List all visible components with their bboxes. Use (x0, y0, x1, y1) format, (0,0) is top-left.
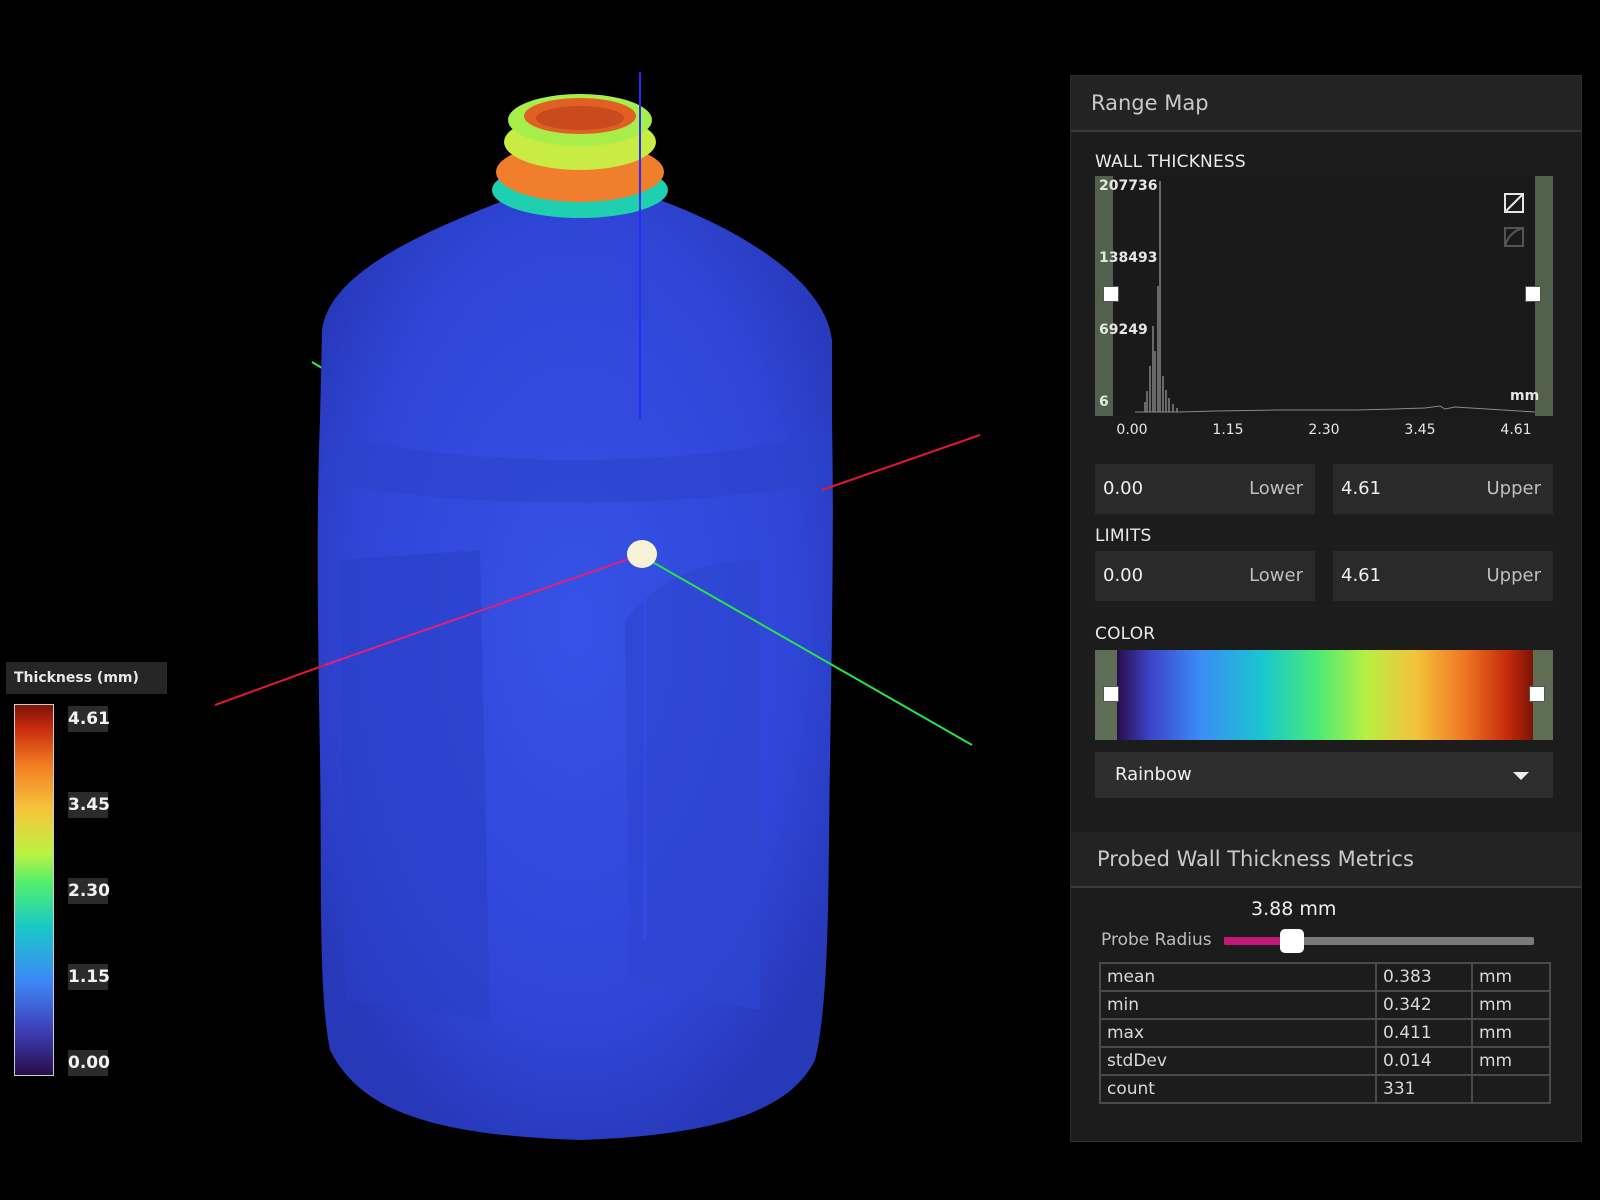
probe-header[interactable]: Probed Wall Thickness Metrics (1071, 832, 1581, 888)
metrics-unit-cell: mm (1471, 990, 1551, 1020)
legend-tick: 1.15 (68, 964, 110, 990)
bottle-panel-shade (340, 550, 490, 1020)
metrics-value-cell: 0.014 (1375, 1046, 1473, 1076)
legend-tick: 2.30 (68, 878, 110, 904)
metrics-value-cell: 0.411 (1375, 1018, 1473, 1048)
range-upper-value: 4.61 (1341, 478, 1382, 499)
wall-thickness-histogram[interactable]: 207736 138493 69249 6 mm (1095, 176, 1553, 416)
metrics-name-cell: max (1099, 1018, 1377, 1048)
color-label: COLOR (1095, 624, 1156, 644)
axis-red-line-right (821, 434, 981, 491)
histogram-x-tick: 0.00 (1116, 422, 1148, 438)
colormap-upper-handle[interactable] (1529, 686, 1545, 702)
limits-upper-field[interactable]: 4.61 Upper (1333, 551, 1553, 601)
metrics-unit-cell: mm (1471, 962, 1551, 992)
probe-metrics-table: mean 0.383 mm min 0.342 mm max 0.411 mm stdDev 0.0… (1099, 962, 1551, 1104)
limits-upper-value: 4.61 (1341, 565, 1382, 586)
histogram-x-tick: 4.61 (1500, 422, 1532, 438)
metrics-value-cell: 0.342 (1375, 990, 1473, 1020)
metrics-unit-cell: mm (1471, 1018, 1551, 1048)
colormap-dropdown[interactable]: Rainbow (1095, 752, 1553, 798)
wall-thickness-label: WALL THICKNESS (1095, 152, 1246, 172)
probe-radius-value: 3.88 mm (1251, 898, 1337, 920)
histogram-unit: mm (1510, 388, 1540, 404)
probe-radius-slider-thumb[interactable] (1280, 929, 1305, 953)
histogram-y-tick: 207736 (1099, 178, 1158, 194)
probe-radius-label: Probe Radius (1101, 930, 1212, 950)
legend-tick: 3.45 (68, 792, 110, 818)
range-upper-field[interactable]: 4.61 Upper (1333, 464, 1553, 514)
limits-label: LIMITS (1095, 526, 1152, 546)
range-lower-label: Lower (1249, 478, 1303, 499)
legend-color-bar (14, 704, 54, 1076)
neck-opening-inner (536, 106, 624, 130)
metrics-name-cell: min (1099, 990, 1377, 1020)
limits-upper-label: Upper (1486, 565, 1541, 586)
metrics-row: min 0.342 mm (1099, 990, 1551, 1020)
colormap-selected: Rainbow (1115, 764, 1192, 785)
histogram-y-tick: 6 (1099, 394, 1109, 410)
histogram-lower-handle[interactable] (1103, 286, 1119, 302)
range-lower-value: 0.00 (1103, 478, 1144, 499)
colormap-gradient (1117, 650, 1533, 740)
probe-point[interactable] (627, 540, 657, 568)
histogram-x-tick: 1.15 (1212, 422, 1244, 438)
histogram-x-tick: 2.30 (1308, 422, 1340, 438)
histogram-upper-handle[interactable] (1525, 286, 1541, 302)
metrics-row: mean 0.383 mm (1099, 962, 1551, 992)
limits-lower-value: 0.00 (1103, 565, 1144, 586)
metrics-name-cell: stdDev (1099, 1046, 1377, 1076)
probe-section: Probed Wall Thickness Metrics (1071, 832, 1581, 888)
log-scale-icon[interactable] (1503, 226, 1525, 248)
histogram-y-tick: 138493 (1099, 250, 1158, 266)
metrics-name-cell: count (1099, 1074, 1377, 1104)
range-lower-field[interactable]: 0.00 Lower (1095, 464, 1315, 514)
metrics-unit-cell: mm (1471, 1046, 1551, 1076)
legend-tick: 0.00 (68, 1050, 110, 1076)
metrics-row: stdDev 0.014 mm (1099, 1046, 1551, 1076)
metrics-name-cell: mean (1099, 962, 1377, 992)
legend-title: Thickness (mm) (6, 662, 167, 694)
legend-tick: 4.61 (68, 706, 110, 732)
axis-green-line-back (311, 361, 323, 369)
probe-radius-slider[interactable] (1224, 929, 1534, 953)
metrics-value-cell: 0.383 (1375, 962, 1473, 992)
histogram-bars (1135, 181, 1536, 413)
metrics-row: max 0.411 mm (1099, 1018, 1551, 1048)
linear-scale-icon[interactable] (1503, 192, 1525, 214)
colormap-bar[interactable] (1095, 650, 1553, 740)
histogram-x-tick: 3.45 (1404, 422, 1436, 438)
chevron-down-icon (1513, 772, 1529, 780)
limits-lower-field[interactable]: 0.00 Lower (1095, 551, 1315, 601)
axis-red-line-left (214, 664, 326, 706)
limits-lower-label: Lower (1249, 565, 1303, 586)
metrics-unit-cell (1471, 1074, 1551, 1104)
range-map-panel: Range Map WALL THICKNESS 207736 138493 6… (1070, 75, 1582, 1142)
metrics-row: count 331 (1099, 1074, 1551, 1104)
range-upper-label: Upper (1486, 478, 1541, 499)
bottle-model[interactable] (0, 0, 1060, 1200)
colormap-lower-handle[interactable] (1103, 686, 1119, 702)
metrics-value-cell: 331 (1375, 1074, 1473, 1104)
range-map-header[interactable]: Range Map (1071, 76, 1581, 132)
thickness-legend: Thickness (mm) 4.61 3.45 2.30 1.15 0.00 (6, 662, 167, 1076)
3d-viewport[interactable] (0, 0, 1060, 1200)
histogram-y-tick: 69249 (1099, 322, 1148, 338)
